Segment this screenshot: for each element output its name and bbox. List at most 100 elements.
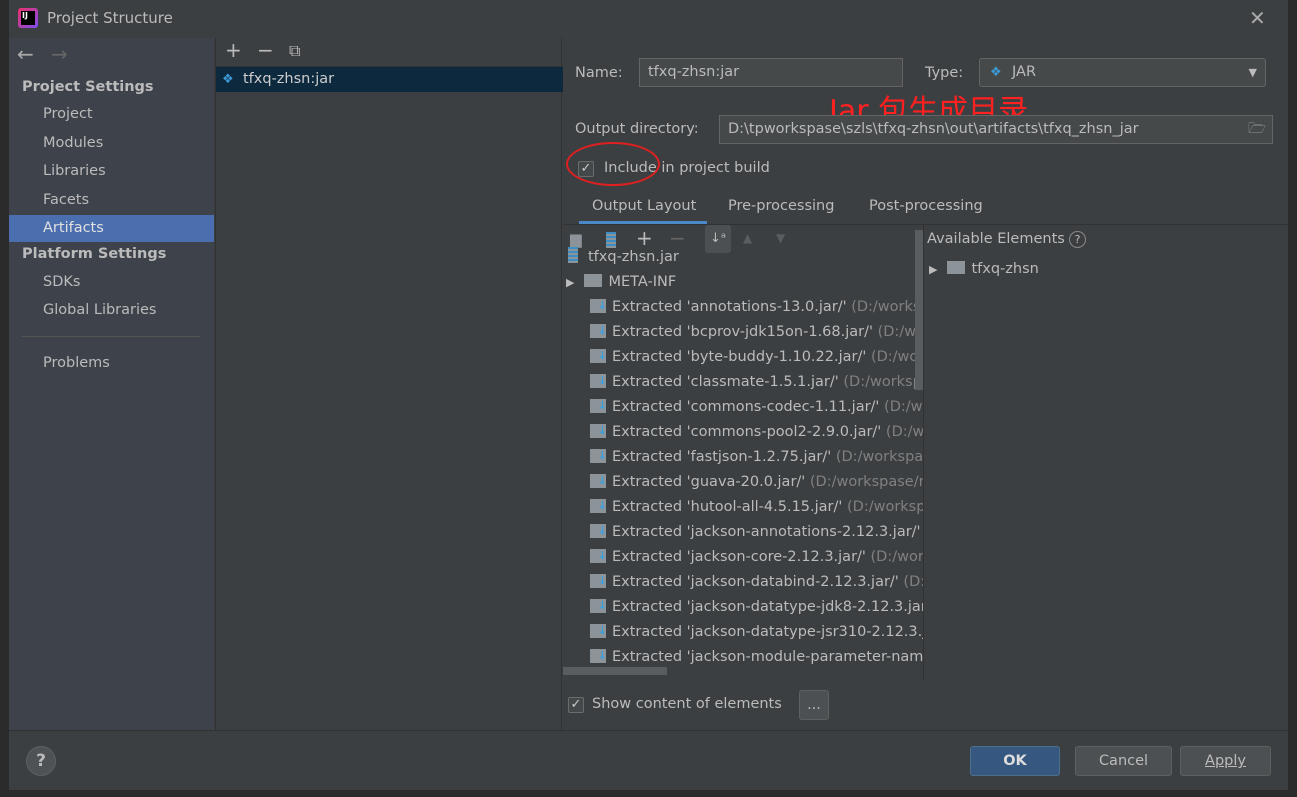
row-prefix: Extracted [612, 524, 683, 540]
sidebar-item-problems[interactable]: Problems [9, 350, 214, 377]
type-value: JAR [1012, 64, 1037, 80]
row-name: 'fastjson-1.2.75.jar/' [686, 449, 832, 465]
row-path: (D:/wo [884, 399, 923, 415]
tab-output-layout[interactable]: Output Layout [592, 198, 696, 214]
extracted-archive-icon [590, 618, 607, 643]
tree-folder-label: META-INF [608, 274, 677, 290]
sidebar-item-global-libraries[interactable]: Global Libraries [9, 297, 214, 324]
row-prefix: Extracted [612, 549, 683, 565]
tree-row[interactable]: Extracted 'classmate-1.5.1.jar/' (D:/wor… [590, 368, 923, 395]
sidebar-item-artifacts[interactable]: Artifacts [9, 215, 214, 242]
sidebar-item-facets[interactable]: Facets [9, 187, 214, 214]
row-prefix: Extracted [612, 424, 683, 440]
expand-arrow-icon[interactable]: ▶ [929, 263, 937, 276]
tree-row[interactable]: Extracted 'jackson-core-2.12.3.jar/' (D:… [590, 543, 923, 570]
output-layout-tree: tfxq-zhsn.jar ▶ META-INF Extracted 'annot… [563, 225, 924, 681]
name-input[interactable]: tfxq-zhsn:jar [639, 58, 903, 87]
row-prefix: Extracted [612, 349, 683, 365]
row-prefix: Extracted [612, 449, 683, 465]
extracted-archive-icon [590, 643, 607, 668]
row-prefix: Extracted [612, 474, 683, 490]
row-name: 'hutool-all-4.5.15.jar/' [686, 499, 843, 515]
extracted-archive-icon [590, 393, 607, 418]
row-path: (D:/workspa [847, 499, 923, 515]
more-options-button[interactable]: ... [799, 690, 829, 720]
jar-archive-icon [568, 247, 578, 263]
extracted-archive-icon [590, 568, 607, 593]
show-content-checkbox[interactable]: ✓ [568, 697, 584, 713]
extracted-archive-icon [590, 443, 607, 468]
tree-row[interactable]: Extracted 'jackson-datatype-jdk8-2.12.3.… [590, 593, 923, 620]
available-elements-title: Available Elements [927, 231, 1065, 247]
row-path: (D:/ [903, 574, 923, 590]
row-path: (D:/workspase/re [809, 474, 924, 490]
copy-icon[interactable]: ⧉ [289, 41, 300, 61]
cancel-button[interactable]: Cancel [1075, 746, 1172, 776]
tree-row[interactable]: Extracted 'annotations-13.0.jar/' (D:/wo… [590, 293, 924, 320]
sidebar-item-libraries[interactable]: Libraries [9, 158, 214, 185]
extracted-archive-icon [590, 343, 607, 368]
tree-row[interactable]: Extracted 'byte-buddy-1.10.22.jar/' (D:/… [590, 343, 923, 370]
vertical-scrollbar[interactable] [915, 230, 923, 390]
row-prefix: Extracted [612, 299, 683, 315]
tab-post-processing[interactable]: Post-processing [869, 198, 983, 214]
artifact-item[interactable]: ❖ tfxq-zhsn:jar [216, 67, 563, 92]
tree-row[interactable]: Extracted 'commons-pool2-2.9.0.jar/' (D:… [590, 418, 924, 445]
project-structure-dialog: IJ Project Structure ✕ ← → Project Setti… [9, 0, 1288, 790]
help-button[interactable]: ? [26, 746, 56, 776]
remove-icon[interactable]: − [257, 38, 274, 62]
available-item[interactable]: ▶ tfxq-zhsn [929, 257, 1039, 282]
add-icon[interactable]: + [225, 38, 242, 62]
tree-row[interactable]: Extracted 'jackson-databind-2.12.3.jar/'… [590, 568, 923, 595]
sidebar-item-modules[interactable]: Modules [9, 130, 214, 157]
tree-row[interactable]: Extracted 'hutool-all-4.5.15.jar/' (D:/w… [590, 493, 923, 520]
tree-folder[interactable]: ▶ META-INF [566, 270, 676, 295]
tree-root[interactable]: tfxq-zhsn.jar [568, 245, 679, 270]
artifact-details-panel: Name: tfxq-zhsn:jar Type: ❖ JAR ▼ Jar 包生… [563, 38, 1288, 730]
close-icon[interactable]: ✕ [1249, 6, 1266, 30]
show-content-label: Show content of elements [592, 696, 782, 712]
row-path: (D:/workspas [843, 374, 923, 390]
apply-button[interactable]: Apply [1180, 746, 1271, 776]
row-name: 'commons-pool2-2.9.0.jar/' [686, 424, 882, 440]
row-prefix: Extracted [612, 574, 683, 590]
output-directory-value: D:\tpworkspase\szls\tfxq-zhsn\out\artifa… [728, 121, 1139, 137]
intellij-logo-icon: IJ [18, 8, 38, 28]
forward-arrow-icon[interactable]: → [51, 42, 68, 66]
extracted-archive-icon [590, 468, 607, 493]
extracted-archive-icon [590, 543, 607, 568]
row-prefix: Extracted [612, 324, 683, 340]
horizontal-scrollbar[interactable] [563, 667, 667, 675]
sidebar-item-project[interactable]: Project [9, 101, 214, 128]
ok-button[interactable]: OK [970, 746, 1060, 776]
sidebar: ← → Project Settings Project Modules Lib… [9, 38, 214, 730]
help-icon[interactable]: ? [1069, 231, 1086, 248]
section-project-settings: Project Settings [22, 79, 154, 95]
annotation-circle [566, 142, 660, 186]
sidebar-item-sdks[interactable]: SDKs [9, 269, 214, 296]
module-folder-icon [947, 261, 966, 274]
title-bar: IJ Project Structure ✕ [9, 0, 1288, 38]
row-path: (D:/w [885, 424, 924, 440]
tree-row[interactable]: Extracted 'bcprov-jdk15on-1.68.jar/' (D:… [590, 318, 923, 345]
window-title: Project Structure [47, 9, 173, 27]
tree-row[interactable]: Extracted 'jackson-datatype-jsr310-2.12.… [590, 618, 923, 645]
row-name: 'jackson-module-parameter-nam [686, 649, 924, 665]
tree-root-label: tfxq-zhsn.jar [588, 249, 679, 265]
tree-row[interactable]: Extracted 'jackson-annotations-2.12.3.ja… [590, 518, 923, 545]
row-name: 'jackson-core-2.12.3.jar/' [686, 549, 866, 565]
output-directory-input[interactable]: D:\tpworkspase\szls\tfxq-zhsn\out\artifa… [719, 115, 1273, 144]
folder-open-icon[interactable]: 🗁 [1248, 116, 1266, 143]
tree-row[interactable]: Extracted 'guava-20.0.jar/' (D:/workspas… [590, 468, 924, 495]
back-arrow-icon[interactable]: ← [17, 42, 34, 66]
tab-pre-processing[interactable]: Pre-processing [728, 198, 834, 214]
expand-arrow-icon[interactable]: ▶ [566, 276, 574, 289]
row-path: (D:/worksp [851, 299, 924, 315]
tree-row[interactable]: Extracted 'commons-codec-1.11.jar/' (D:/… [590, 393, 923, 420]
section-platform-settings: Platform Settings [22, 246, 167, 262]
tree-row[interactable]: Extracted 'fastjson-1.2.75.jar/' (D:/wor… [590, 443, 923, 470]
row-name: 'jackson-databind-2.12.3.jar/' [686, 574, 899, 590]
type-select[interactable]: ❖ JAR ▼ [979, 58, 1266, 87]
row-prefix: Extracted [612, 374, 683, 390]
divider [22, 336, 200, 337]
